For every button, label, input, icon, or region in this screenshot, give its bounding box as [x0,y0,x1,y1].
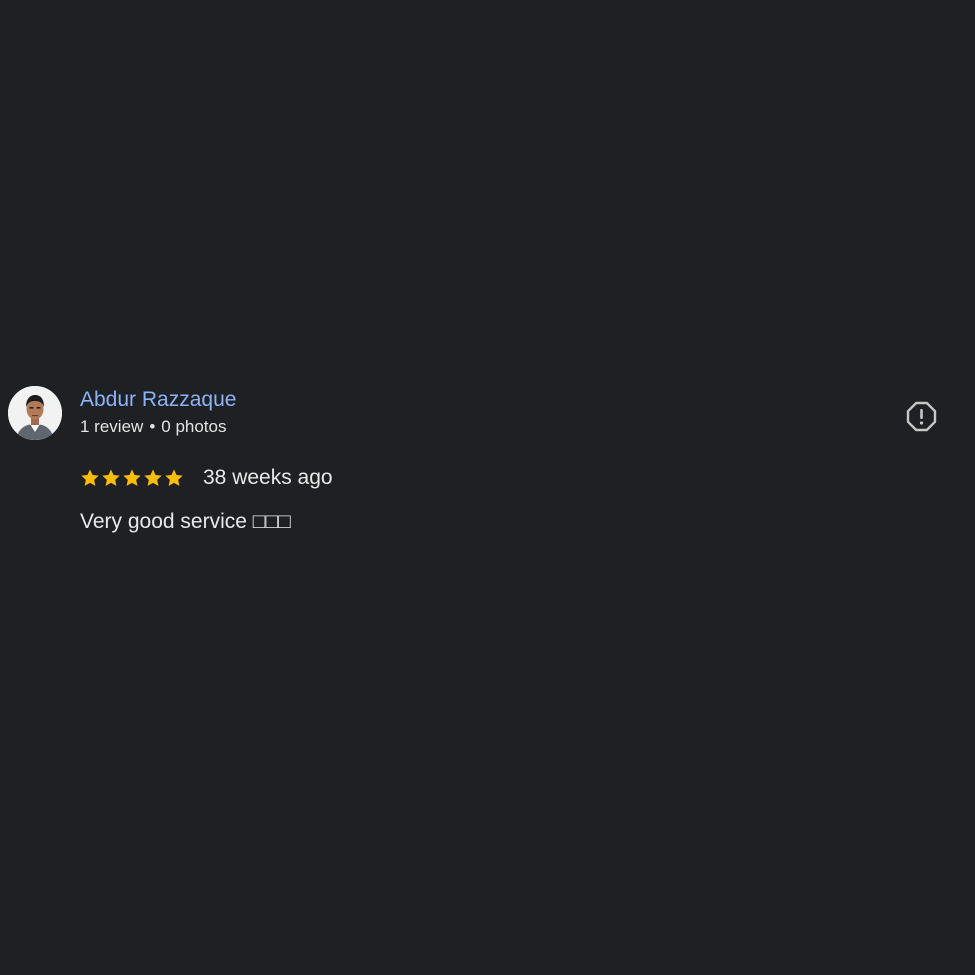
author-meta: 1 review • 0 photos [80,417,227,437]
star-icon [144,469,162,486]
star-icon [123,469,141,486]
star-rating [80,468,184,488]
review-card: Abdur Razzaque 1 review • 0 photos 38 week… [0,384,975,554]
meta-separator: • [149,417,156,436]
page: Abdur Razzaque 1 review • 0 photos 38 week… [0,0,975,975]
review-count: 1 review [80,417,144,436]
rating-row: 38 weeks ago [80,466,333,490]
author-name-link[interactable]: Abdur Razzaque [80,388,236,412]
report-icon [906,401,937,432]
star-icon [165,469,183,486]
star-icon [81,469,99,486]
review-time: 38 weeks ago [203,466,333,489]
profile-photo-icon [8,386,62,440]
author-avatar[interactable] [8,386,62,440]
review-text: Very good service □□□ [80,510,291,533]
photo-count: 0 photos [161,417,227,436]
star-icon [102,469,120,486]
report-review-button[interactable] [906,401,937,432]
